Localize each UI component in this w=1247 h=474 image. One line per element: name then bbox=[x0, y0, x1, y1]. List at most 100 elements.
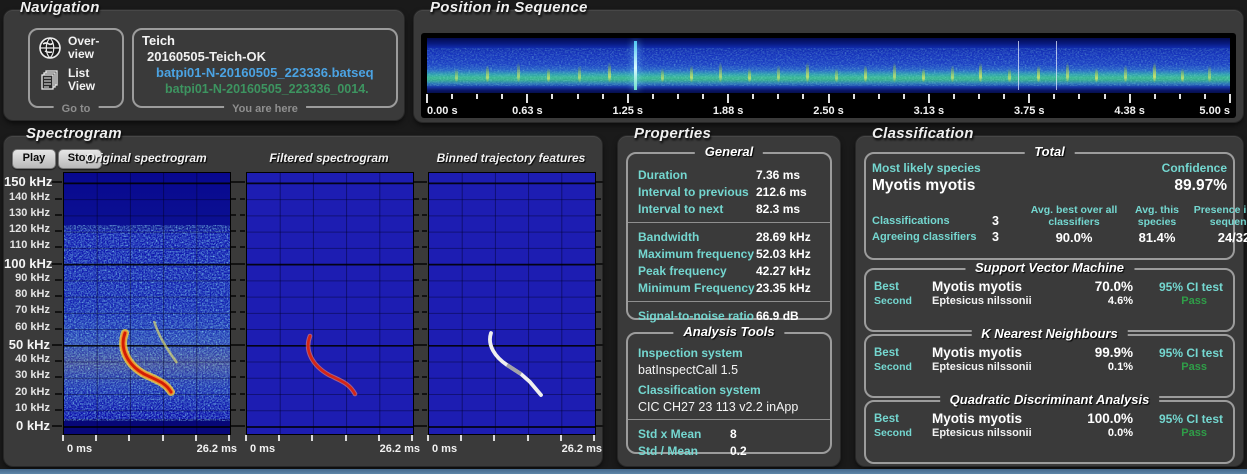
freq-axis-label: 130 kHz bbox=[9, 206, 50, 219]
location-call-link[interactable]: batpi01-N-20160505_223336_0014. bbox=[165, 82, 369, 96]
sequence-marker-line bbox=[1055, 41, 1057, 90]
time-axis-tick bbox=[676, 94, 679, 99]
property-label: Duration bbox=[638, 167, 688, 182]
freq-axis-tick bbox=[237, 425, 245, 427]
time-axis-tick bbox=[1128, 94, 1131, 103]
time-axis-tick bbox=[427, 435, 429, 441]
freq-axis-tick bbox=[231, 230, 236, 233]
general-legend: General bbox=[694, 144, 764, 159]
confidence-value: 89.97% bbox=[1174, 177, 1227, 194]
qda-best-label: Best bbox=[874, 412, 899, 425]
knn-ci-label: 95% CI test bbox=[1158, 345, 1223, 360]
time-axis-tick bbox=[476, 94, 479, 99]
freq-axis-tick bbox=[52, 425, 62, 427]
freq-axis-tick bbox=[596, 343, 604, 346]
list-view-button[interactable]: List View bbox=[38, 67, 95, 93]
freq-axis-tick bbox=[422, 230, 427, 233]
agreeing-classifiers-value: 3 bbox=[992, 230, 999, 244]
time-axis-tick bbox=[927, 94, 930, 103]
call-streak bbox=[1124, 64, 1127, 82]
freq-axis-tick bbox=[596, 230, 601, 233]
filtered-spectrogram-label: Filtered spectrogram bbox=[269, 151, 389, 165]
classifier-counts: Classifications 3 Agreeing classifiers 3 bbox=[872, 213, 1020, 245]
time-axis-tick bbox=[626, 94, 629, 103]
freq-axis-tick bbox=[422, 392, 427, 395]
classifications-value: 3 bbox=[992, 214, 999, 228]
location-session: 20160505-Teich-OK bbox=[147, 49, 266, 64]
freq-axis-tick bbox=[596, 360, 601, 363]
spectrogram-title: Spectrogram bbox=[26, 125, 122, 142]
section-divider bbox=[628, 222, 830, 223]
freq-axis-tick bbox=[55, 295, 62, 298]
time-axis-tick bbox=[601, 94, 604, 99]
svm-second-species: Eptesicus nilssonii bbox=[932, 295, 1032, 307]
time-axis-tick bbox=[311, 435, 314, 441]
freq-axis-tick bbox=[231, 376, 236, 379]
freq-axis-tick bbox=[237, 181, 245, 184]
stat-row: Std x Mean 8 bbox=[638, 425, 820, 442]
time-axis-tick bbox=[1103, 94, 1106, 99]
time-axis-label: 3.13 s bbox=[913, 105, 945, 117]
freq-axis-tick bbox=[237, 343, 245, 346]
property-label: Minimum Frequency bbox=[638, 280, 755, 295]
time-axis-tick bbox=[559, 435, 562, 441]
window-bottom-edge bbox=[0, 469, 1247, 474]
freq-axis-label: 100 kHz bbox=[4, 255, 53, 271]
freq-axis-tick bbox=[231, 278, 236, 281]
play-button[interactable]: Play bbox=[12, 149, 56, 169]
time-axis-tick bbox=[551, 94, 554, 99]
call-streak bbox=[485, 64, 489, 82]
freq-axis-tick bbox=[55, 278, 62, 281]
freq-axis-tick bbox=[52, 181, 62, 184]
strip-call-markers bbox=[427, 38, 1230, 93]
call-streak bbox=[516, 62, 520, 82]
presence-value: 24/32 bbox=[1217, 230, 1247, 245]
call-streak bbox=[921, 67, 925, 82]
time-axis-tick bbox=[161, 435, 164, 441]
freq-axis-tick bbox=[414, 376, 419, 379]
freq-axis-tick bbox=[55, 230, 62, 233]
time-axis-start-label: 0 ms bbox=[250, 443, 276, 455]
knn-best-label: Best bbox=[874, 346, 899, 359]
freq-axis-tick bbox=[55, 213, 62, 216]
property-label: Bandwidth bbox=[638, 229, 700, 244]
knn-ci-result: Pass bbox=[1181, 361, 1207, 373]
globe-icon bbox=[38, 36, 62, 60]
freq-axis-tick bbox=[596, 213, 601, 216]
qda-second-label: Second bbox=[874, 427, 912, 439]
time-axis-tick bbox=[777, 94, 780, 99]
app-window: Navigation Over- view List View Go to Te… bbox=[0, 0, 1247, 474]
location-sequence-link[interactable]: batpi01-N-20160505_223336.batseq bbox=[156, 65, 374, 80]
time-axis-tick bbox=[1053, 94, 1056, 99]
qda-ci-label: 95% CI test bbox=[1158, 411, 1223, 426]
freq-axis-tick bbox=[422, 408, 427, 411]
property-row: Peak frequency 42.27 kHz bbox=[638, 262, 820, 279]
time-axis-tick bbox=[526, 435, 529, 441]
freq-axis-tick bbox=[419, 262, 427, 265]
property-value: 82.3 ms bbox=[756, 201, 801, 216]
stat-value: 8 bbox=[730, 426, 737, 441]
freq-axis-tick bbox=[52, 343, 62, 346]
agreeing-classifiers-label: Agreeing classifiers bbox=[872, 231, 977, 243]
freq-axis-tick bbox=[419, 181, 427, 184]
goto-legend: Go to bbox=[53, 103, 99, 115]
knn-second-pct: 0.1% bbox=[1107, 361, 1133, 373]
navigation-title: Navigation bbox=[20, 0, 100, 16]
sequence-spectrogram-strip[interactable] bbox=[427, 38, 1230, 93]
original-spectrogram-label: Original spectrogram bbox=[85, 151, 207, 165]
call-streak bbox=[661, 67, 665, 82]
time-axis-tick bbox=[62, 435, 64, 441]
freq-axis-label: 140 kHz bbox=[9, 190, 50, 203]
overview-button[interactable]: Over- view bbox=[38, 35, 99, 61]
freq-axis-tick bbox=[596, 327, 601, 330]
freq-axis-tick bbox=[414, 278, 419, 281]
time-axis-tick bbox=[576, 94, 579, 99]
freq-axis-tick bbox=[55, 360, 62, 363]
stat-label: Std x Mean bbox=[638, 426, 702, 441]
property-value: 28.69 kHz bbox=[756, 229, 811, 244]
stat-row: Std / Mean 0.2 bbox=[638, 442, 820, 459]
time-axis-tick bbox=[902, 94, 905, 99]
spectrogram-panel: Spectrogram Play Stop Original spectrogr… bbox=[4, 125, 604, 466]
time-axis-tick bbox=[952, 94, 955, 99]
property-row: Duration 7.36 ms bbox=[638, 166, 820, 183]
